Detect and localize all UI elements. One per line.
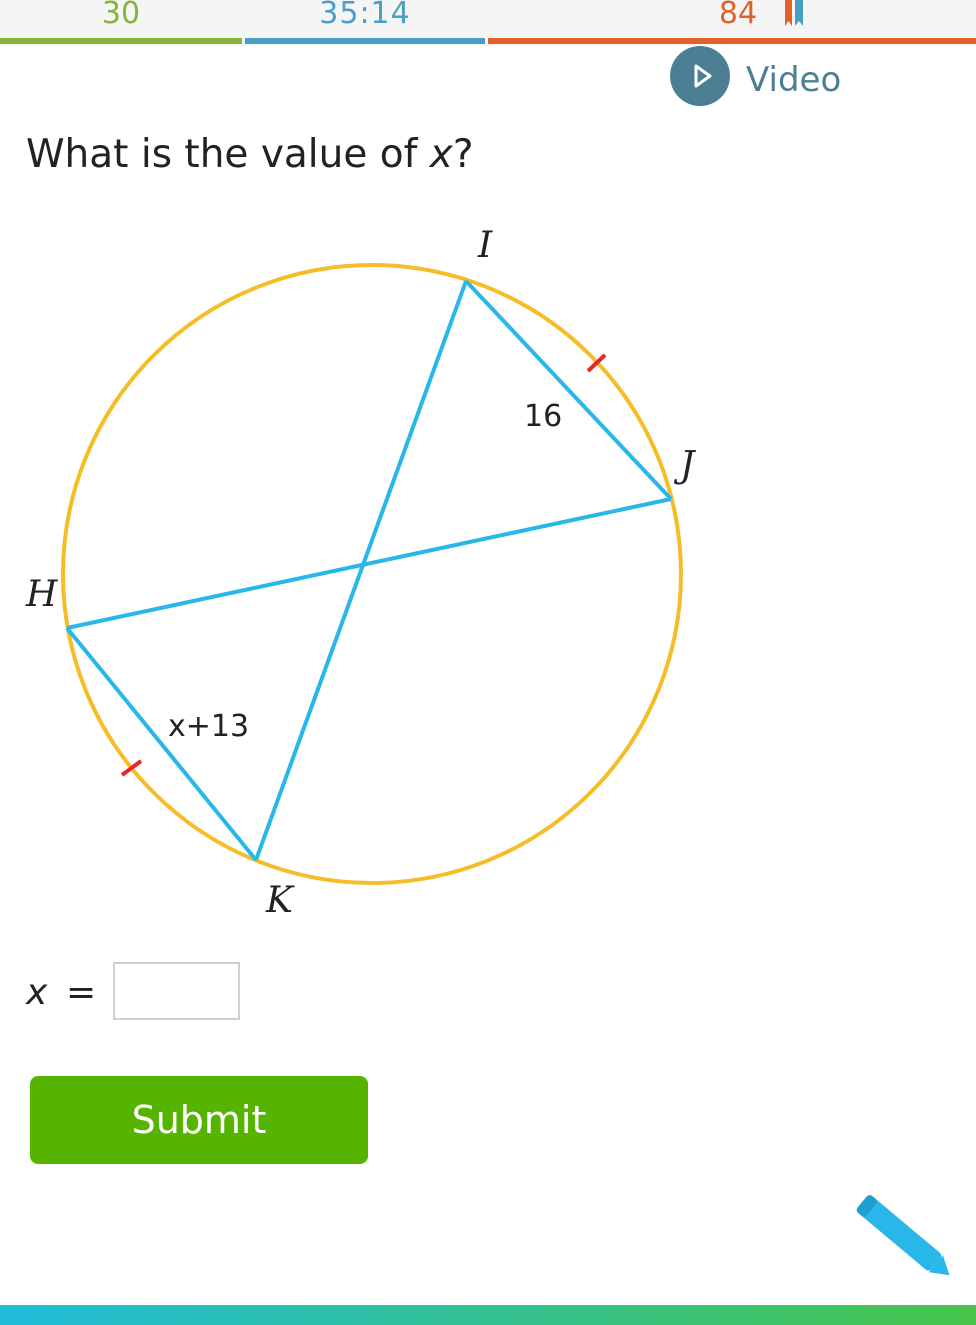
point-label-h: H <box>25 574 58 615</box>
video-label: Video <box>746 60 842 100</box>
time-elapsed-bar <box>245 38 485 44</box>
time-elapsed-value: 35:14 <box>319 0 411 31</box>
length-label-ij: 16 <box>524 399 562 434</box>
question-text: What is the value of x? <box>26 132 474 177</box>
chord-ij <box>464 279 673 501</box>
questions-answered-value: 30 <box>101 0 141 31</box>
chord-hj <box>66 497 672 630</box>
answer-equals: = <box>66 972 97 1013</box>
answer-input[interactable] <box>113 962 240 1020</box>
question-suffix: ? <box>452 132 474 177</box>
bottom-gradient-bar <box>0 1305 976 1325</box>
chord-hk <box>65 626 258 862</box>
point-label-j: J <box>673 445 697 486</box>
length-label-hk: x+13 <box>168 709 249 744</box>
play-icon <box>694 64 712 88</box>
circle-chord-diagram: I J H K 16 x+13 <box>25 225 697 921</box>
questions-answered-bar <box>0 38 242 44</box>
ribbon-icon <box>785 0 803 26</box>
smart-score-bar <box>488 38 976 44</box>
stats-bar: 30 35:14 84 <box>0 0 976 46</box>
submit-button[interactable]: Submit <box>30 1076 368 1164</box>
smart-score-value: 84 <box>718 0 758 31</box>
question-prefix: What is the value of <box>26 132 430 177</box>
smart-score: 84 <box>488 0 976 46</box>
video-play-circle <box>670 46 730 106</box>
answer-variable: x <box>26 972 48 1013</box>
arc-tick-hk <box>120 759 143 777</box>
point-label-i: I <box>477 225 493 266</box>
chord-ik <box>254 280 468 861</box>
video-button[interactable]: Video <box>670 46 860 106</box>
pencil-icon[interactable] <box>856 1190 956 1290</box>
questions-answered: 30 <box>0 0 242 46</box>
question-variable: x <box>429 132 453 177</box>
circle-outline <box>61 263 683 885</box>
point-label-k: K <box>265 880 295 921</box>
time-elapsed: 35:14 <box>245 0 485 46</box>
